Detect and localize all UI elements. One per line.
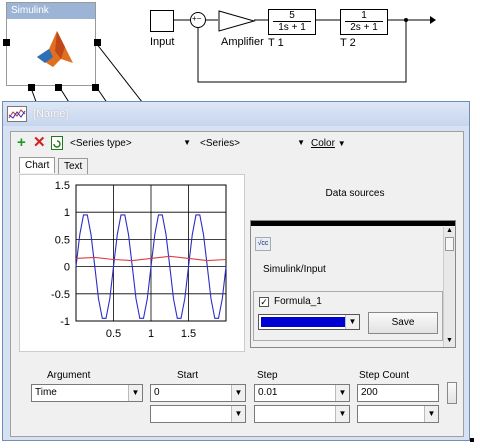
tab-chart[interactable]: Chart <box>19 157 56 173</box>
transfer-fn-t1[interactable]: 5 1s + 1 <box>268 9 316 35</box>
panel-header-bar <box>251 221 455 226</box>
tab-chart-label: Chart <box>25 160 50 171</box>
input-label: Input <box>150 36 175 48</box>
step-count-value: 200 <box>361 387 378 398</box>
chevron-down-icon: ▼ <box>183 138 191 147</box>
argument-value: Time <box>35 387 57 398</box>
argument-label: Argument <box>47 370 91 381</box>
series-type-value: <Series type> <box>70 138 132 149</box>
side-button[interactable] <box>447 382 457 404</box>
sum-signs: +− <box>192 14 202 23</box>
t2-denominator: 2s + 1 <box>345 21 383 33</box>
step-sub-dropdown[interactable]: ▼ <box>254 405 350 423</box>
refresh-icon[interactable] <box>50 135 64 151</box>
chevron-down-icon: ▼ <box>335 406 349 422</box>
tab-text-label: Text <box>64 161 83 172</box>
formula-checkbox[interactable]: ✓ <box>259 297 269 307</box>
y-tick-label: -0.5 <box>51 289 70 301</box>
y-tick-label: -1 <box>60 316 70 328</box>
amplifier-label: Amplifier <box>221 36 264 48</box>
chart-app-icon <box>7 106 27 122</box>
step-count-label: Step Count <box>359 370 410 381</box>
window-titlebar[interactable]: [Name] <box>3 102 469 126</box>
save-button[interactable]: Save <box>368 312 438 334</box>
scrollbar[interactable]: ▲ ▼ <box>443 227 455 347</box>
x-tick-label: 1.5 <box>181 328 196 340</box>
t1-denominator: 1s + 1 <box>273 21 311 33</box>
start-field[interactable]: 0 ▼ <box>150 384 246 402</box>
step-label: Step <box>257 370 278 381</box>
color-swatch <box>261 317 345 327</box>
chevron-down-icon: ▼ <box>335 385 349 401</box>
step-value: 0.01 <box>258 387 278 398</box>
y-tick-label: 1 <box>64 207 70 219</box>
window-title: [Name] <box>33 108 69 120</box>
data-sources-panel: √cc Simulink/Input ✓ Formula_1 ▼ Save ▲ … <box>250 220 456 348</box>
color-menu[interactable]: Color ▼ <box>311 138 346 149</box>
save-label: Save <box>391 317 415 328</box>
start-label: Start <box>177 370 199 381</box>
scrollbar-thumb[interactable] <box>445 237 454 251</box>
window-content: + ✕ <Series type> ▼ <Series> ▼ Color ▼ C… <box>10 131 464 437</box>
y-tick-label: 1.5 <box>55 180 70 192</box>
transfer-fn-t2[interactable]: 1 2s + 1 <box>340 9 388 35</box>
formula-group: ✓ Formula_1 ▼ Save <box>253 291 443 341</box>
data-sources-title: Data sources <box>325 188 385 199</box>
chevron-down-icon: ▼ <box>345 315 359 329</box>
chevron-down-icon: ▼ <box>297 138 305 147</box>
x-tick-label: 1 <box>148 328 154 340</box>
start-value: 0 <box>154 387 160 398</box>
scroll-up-icon[interactable]: ▲ <box>444 227 455 234</box>
chart-area: 1.5 1 0.5 0 -0.5 -1 0.5 1 1.5 <box>19 174 245 352</box>
y-tick-label: 0 <box>64 262 70 274</box>
t2-numerator: 1 <box>361 10 367 21</box>
formula-color-dropdown[interactable]: ▼ <box>258 314 360 330</box>
start-sub-dropdown[interactable]: ▼ <box>150 405 246 423</box>
color-label: Color <box>311 138 335 149</box>
series-dropdown[interactable]: <Series> ▼ <box>197 136 307 154</box>
amplifier-block[interactable] <box>218 10 256 32</box>
t1-label: T 1 <box>268 37 284 49</box>
step-field[interactable]: 0.01 ▼ <box>254 384 350 402</box>
input-block[interactable] <box>150 10 174 32</box>
step-count-sub-dropdown[interactable]: ▼ <box>357 405 439 423</box>
step-count-field[interactable]: 200 <box>357 384 439 402</box>
x-tick-label: 0.5 <box>106 328 121 340</box>
chevron-down-icon: ▼ <box>231 406 245 422</box>
chevron-down-icon: ▼ <box>424 406 438 422</box>
chart-window: [Name] + ✕ <Series type> ▼ <Series> ▼ Co… <box>2 101 470 441</box>
t1-numerator: 5 <box>289 10 295 21</box>
tab-text[interactable]: Text <box>58 158 89 174</box>
t2-label: T 2 <box>340 37 356 49</box>
formula-label: Formula_1 <box>274 296 322 307</box>
source-name: Simulink/Input <box>263 264 326 275</box>
y-tick-label: 0.5 <box>55 234 70 246</box>
chevron-down-icon: ▼ <box>337 139 346 148</box>
add-icon[interactable]: + <box>17 135 26 150</box>
sqrt-source-icon: √cc <box>255 237 271 251</box>
argument-dropdown[interactable]: Time ▼ <box>31 384 143 402</box>
line-chart: 1.5 1 0.5 0 -0.5 -1 0.5 1 1.5 <box>51 180 227 340</box>
delete-icon[interactable]: ✕ <box>33 135 46 150</box>
scroll-down-icon[interactable]: ▼ <box>444 337 455 344</box>
chevron-down-icon: ▼ <box>128 385 142 401</box>
series-type-dropdown[interactable]: <Series type> ▼ <box>67 136 193 154</box>
corner-marker <box>470 438 474 442</box>
series-value: <Series> <box>200 138 241 149</box>
chevron-down-icon: ▼ <box>231 385 245 401</box>
